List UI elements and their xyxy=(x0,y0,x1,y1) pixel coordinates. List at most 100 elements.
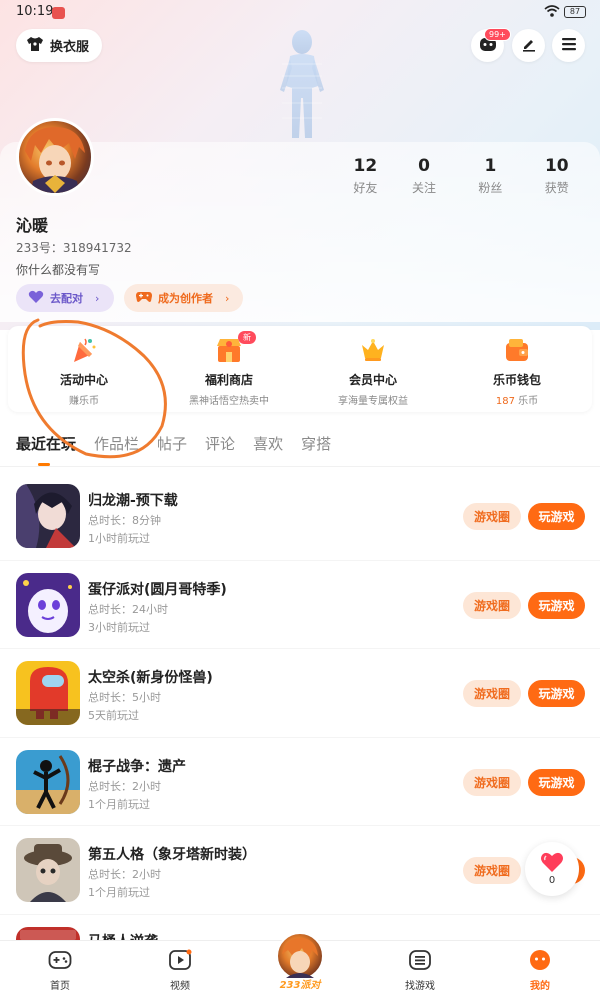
game-circle-button[interactable]: 游戏圈 xyxy=(463,680,521,707)
play-game-button[interactable]: 玩游戏 xyxy=(528,768,585,796)
stat-likes-label: 获赞 xyxy=(544,181,569,195)
coin-wallet-title: 乐币钱包 xyxy=(492,373,541,387)
stat-friends-label: 好友 xyxy=(353,181,378,195)
list-item[interactable]: 第五人格（象牙塔新时装） 总时长：2小时 1个月前玩过 游戏圈 玩游戏 xyxy=(0,826,600,915)
vip-center-title: 会员中心 xyxy=(348,373,397,387)
game-name: 棍子战争：遗产 xyxy=(88,758,186,775)
welfare-shop-sub: 黑神话悟空热卖中 xyxy=(189,396,269,407)
coin-wallet-entry[interactable]: 乐币钱包 187 乐币 xyxy=(444,336,590,407)
stat-friends-count: 12 xyxy=(353,156,378,176)
play-game-button[interactable]: 玩游戏 xyxy=(528,591,585,619)
game-circle-button[interactable]: 游戏圈 xyxy=(463,591,521,619)
become-creator-label: 成为创作者 xyxy=(158,292,213,305)
shirt-icon xyxy=(26,36,44,56)
nav-find-games[interactable]: 找游戏 xyxy=(380,949,460,992)
game-duration: 总时长：2小时 xyxy=(88,779,161,793)
tab-posts[interactable]: 帖子 xyxy=(157,433,187,454)
nav-video[interactable]: 视频 xyxy=(140,949,220,992)
tab-comments[interactable]: 评论 xyxy=(205,433,235,454)
play-game-button[interactable]: 玩游戏 xyxy=(528,680,585,707)
game-last-played: 1个月前玩过 xyxy=(88,886,150,899)
coin-unit: 乐币 xyxy=(514,396,539,407)
tab-recently-played[interactable]: 最近在玩 xyxy=(16,433,76,466)
nav-home[interactable]: 首页 xyxy=(20,949,100,992)
game-list-icon xyxy=(408,950,432,975)
tab-outfits[interactable]: 穿搭 xyxy=(301,433,331,454)
vip-center-entry[interactable]: 会员中心 享海量专属权益 xyxy=(300,336,446,407)
list-item[interactable]: 棍子战争：遗产 总时长：2小时 1个月前玩过 游戏圈 玩游戏 xyxy=(0,738,600,826)
profile-tabs: 最近在玩 作品栏 帖子 评论 喜欢 穿搭 xyxy=(16,433,349,466)
list-item[interactable]: 蛋仔派对(圆月哥特季) 总时长：24小时 3小时前玩过 游戏圈 玩游戏 xyxy=(0,561,600,649)
crown-icon xyxy=(359,336,387,364)
game-icon[interactable] xyxy=(16,572,80,637)
tab-likes[interactable]: 喜欢 xyxy=(253,433,283,454)
notification-badge: 99+ xyxy=(484,28,511,41)
game-circle-button[interactable]: 游戏圈 xyxy=(463,857,521,884)
edit-profile-button[interactable] xyxy=(512,29,545,62)
game-name: 第五人格（象牙塔新时装） xyxy=(88,847,256,863)
heart-icon xyxy=(28,290,44,307)
nav-find-games-label: 找游戏 xyxy=(405,981,435,992)
change-outfit-label: 换衣服 xyxy=(50,40,90,55)
notification-app-icon xyxy=(52,7,65,19)
nickname: 沁暖 xyxy=(16,216,49,235)
user-bio[interactable]: 你什么都没有写 xyxy=(16,261,100,278)
chevron-right-icon: › xyxy=(95,291,100,305)
game-circle-button[interactable]: 游戏圈 xyxy=(463,768,521,796)
become-creator-button[interactable]: 成为创作者 › xyxy=(124,284,243,312)
coin-wallet-sub: 187 乐币 xyxy=(444,392,590,407)
stat-likes[interactable]: 10 获赞 xyxy=(524,156,590,196)
game-icon[interactable] xyxy=(16,484,80,548)
stat-fans[interactable]: 1 粉丝 xyxy=(457,156,523,196)
welfare-shop-entry[interactable]: 福利商店 黑神话悟空热卖中 xyxy=(156,336,302,407)
change-outfit-button[interactable]: 换衣服 xyxy=(16,29,103,62)
tab-divider xyxy=(0,466,600,467)
stat-following[interactable]: 0 关注 xyxy=(391,156,457,196)
game-name: 归龙潮-预下载 xyxy=(88,493,178,509)
go-match-button[interactable]: 去配对 › xyxy=(16,284,114,312)
wallet-icon xyxy=(503,336,531,364)
recent-games-list: 归龙潮-预下载 总时长：8分钟 1小时前玩过 游戏圈 玩游戏 蛋仔派对(圆月哥特… xyxy=(0,472,600,915)
menu-button[interactable] xyxy=(552,29,585,62)
game-last-played: 1个月前玩过 xyxy=(88,797,150,811)
avatar-3d-figure[interactable] xyxy=(262,28,342,140)
game-last-played: 1小时前玩过 xyxy=(88,532,150,545)
game-icon[interactable] xyxy=(16,838,80,902)
list-item[interactable]: 归龙潮-预下载 总时长：8分钟 1小时前玩过 游戏圈 玩游戏 xyxy=(0,472,600,561)
floating-like-button[interactable]: 0 xyxy=(525,842,579,896)
stat-following-label: 关注 xyxy=(411,181,436,195)
game-duration: 总时长：2小时 xyxy=(88,868,161,881)
quick-entries-panel: 活动中心 赚乐币 福利商店 黑神话悟空热卖中 会员中心 享海量专属权益 乐币钱包… xyxy=(8,326,592,412)
game-icon[interactable] xyxy=(16,661,80,725)
status-time: 10:19 xyxy=(16,4,54,19)
game-duration: 总时长：5小时 xyxy=(88,691,161,704)
stat-friends[interactable]: 12 好友 xyxy=(340,156,391,196)
nav-party-label[interactable]: 233派对 xyxy=(275,976,325,991)
stat-fans-count: 1 xyxy=(484,156,497,176)
game-icon[interactable] xyxy=(16,749,80,814)
stat-likes-count: 10 xyxy=(544,156,569,176)
play-game-button[interactable]: 玩游戏 xyxy=(528,503,585,530)
game-last-played: 5天前玩过 xyxy=(88,709,139,722)
wifi-icon xyxy=(544,4,560,22)
activity-center-entry[interactable]: 活动中心 赚乐币 xyxy=(11,336,157,407)
nav-party-avatar[interactable] xyxy=(276,932,324,980)
game-last-played: 3小时前玩过 xyxy=(88,620,150,634)
avatar[interactable] xyxy=(16,118,94,196)
game-circle-button[interactable]: 游戏圈 xyxy=(463,503,521,530)
status-bar: 10:19 87 xyxy=(0,0,600,26)
user-id: 233号：318941732 xyxy=(16,241,132,255)
nav-me[interactable]: 我的 xyxy=(500,949,580,992)
chevron-right-icon: › xyxy=(225,291,230,305)
tab-works[interactable]: 作品栏 xyxy=(94,433,139,454)
nav-me-label: 我的 xyxy=(530,981,550,992)
activity-center-sub: 赚乐币 xyxy=(69,396,99,407)
like-count: 0 xyxy=(548,875,556,886)
activity-center-title: 活动中心 xyxy=(59,373,108,387)
game-name: 太空杀(新身份怪兽) xyxy=(88,670,213,686)
profile-stats: 12 好友 0 关注 1 粉丝 10 获赞 xyxy=(340,156,590,196)
list-item[interactable]: 太空杀(新身份怪兽) 总时长：5小时 5天前玩过 游戏圈 玩游戏 xyxy=(0,649,600,738)
game-icon[interactable] xyxy=(16,927,80,940)
game-name: 马桶人逆袭 xyxy=(88,931,158,940)
heart-icon xyxy=(525,842,579,877)
